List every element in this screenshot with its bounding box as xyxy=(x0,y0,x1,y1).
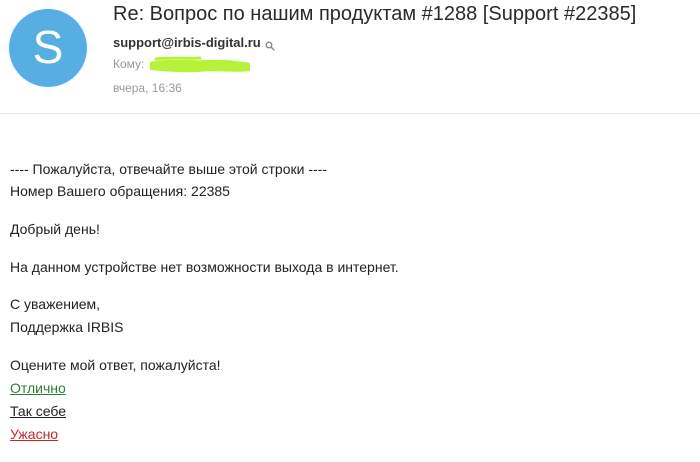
sender-email[interactable]: support@irbis-digital.ru xyxy=(113,35,261,50)
email-date: вчера, 16:36 xyxy=(113,81,182,95)
avatar-letter: S xyxy=(32,21,64,73)
recipient-redaction-mark xyxy=(150,56,250,73)
rating-link-average[interactable]: Так себе xyxy=(10,403,66,419)
reply-above-line: ---- Пожалуйста, отвечайте выше этой стр… xyxy=(10,161,327,177)
signature: Поддержка IRBIS xyxy=(10,319,124,335)
regards: С уважением, xyxy=(10,296,101,312)
message-text: На данном устройстве нет возможности вых… xyxy=(10,259,399,275)
to-label: Кому: xyxy=(113,57,145,71)
rating-link-excellent[interactable]: Отлично xyxy=(10,380,66,396)
rating-prompt: Оцените мой ответ, пожалуйста! xyxy=(10,357,221,373)
recipient-row: Кому: xyxy=(113,57,144,71)
sender-row: support@irbis-digital.ru xyxy=(113,35,275,51)
email-subject: Re: Вопрос по нашим продуктам #1288 [Sup… xyxy=(113,3,637,25)
search-icon[interactable] xyxy=(265,38,275,51)
header-divider xyxy=(0,113,700,114)
ticket-number: Номер Вашего обращения: 22385 xyxy=(10,183,230,199)
rating-link-awful[interactable]: Ужасно xyxy=(10,426,58,442)
greeting: Добрый день! xyxy=(10,221,100,237)
sender-avatar: S xyxy=(9,9,87,87)
